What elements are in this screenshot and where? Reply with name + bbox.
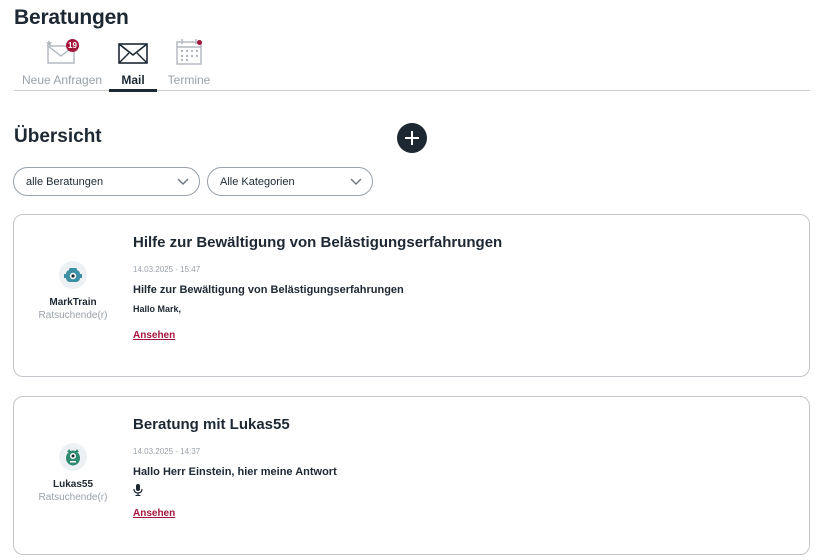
user-info: MarkTrain Ratsuchende(r): [14, 261, 132, 321]
add-button[interactable]: [397, 123, 427, 153]
notification-count-badge: 19: [66, 39, 79, 52]
tab-label: Mail: [121, 73, 145, 87]
card-content: Beratung mit Lukas55 14.03.2025 - 14:37 …: [133, 416, 793, 521]
microphone-icon: [133, 484, 143, 496]
robot-avatar-icon: [64, 268, 82, 282]
tab-label: Termine: [167, 73, 211, 87]
tab-termine[interactable]: Termine: [166, 38, 212, 92]
avatar: [59, 443, 87, 471]
monster-avatar-icon: [66, 449, 80, 466]
page-title: Beratungen: [14, 6, 129, 29]
user-info: Lukas55 Ratsuchende(r): [14, 443, 132, 503]
beratungen-filter-select[interactable]: alle Beratungen: [13, 167, 200, 196]
tab-bar: 19 Neue Anfragen Mail Termine: [14, 38, 810, 92]
notification-dot: [197, 40, 202, 45]
message-subject: Hilfe zur Bewältigung von Belästigungser…: [133, 284, 404, 296]
message-subject: Hallo Herr Einstein, hier meine Antwort: [133, 466, 337, 478]
username: Lukas55: [52, 479, 94, 490]
chevron-down-icon: [177, 178, 189, 185]
select-value: Alle Kategorien: [220, 176, 295, 188]
card-title: Beratung mit Lukas55: [133, 416, 290, 433]
plus-icon: [405, 131, 419, 145]
view-link[interactable]: Ansehen: [133, 508, 175, 519]
tab-label: Neue Anfragen: [22, 73, 103, 87]
conversation-card[interactable]: Lukas55 Ratsuchende(r) Beratung mit Luka…: [13, 396, 810, 555]
tab-neue-anfragen[interactable]: 19 Neue Anfragen: [22, 38, 103, 92]
section-title: Übersicht: [14, 126, 102, 147]
username: MarkTrain: [49, 297, 97, 308]
select-value: alle Beratungen: [26, 176, 104, 188]
page: Beratungen 19 Neue Anfragen Mail Termine…: [0, 0, 820, 560]
card-date: 14.03.2025 - 15:47: [133, 265, 201, 274]
card-title: Hilfe zur Bewältigung von Belästigungser…: [133, 234, 503, 251]
message-preview: Hallo Mark,: [133, 304, 182, 314]
tab-mail[interactable]: Mail: [109, 38, 157, 92]
user-role: Ratsuchende(r): [38, 310, 108, 321]
chevron-down-icon: [350, 178, 362, 185]
kategorien-filter-select[interactable]: Alle Kategorien: [207, 167, 373, 196]
user-role: Ratsuchende(r): [38, 492, 108, 503]
envelope-icon: [118, 43, 148, 64]
card-date: 14.03.2025 - 14:37: [133, 447, 201, 456]
card-content: Hilfe zur Bewältigung von Belästigungser…: [133, 234, 793, 343]
conversation-card[interactable]: MarkTrain Ratsuchende(r) Hilfe zur Bewäl…: [13, 214, 810, 377]
view-link[interactable]: Ansehen: [133, 330, 175, 341]
avatar: [59, 261, 87, 289]
